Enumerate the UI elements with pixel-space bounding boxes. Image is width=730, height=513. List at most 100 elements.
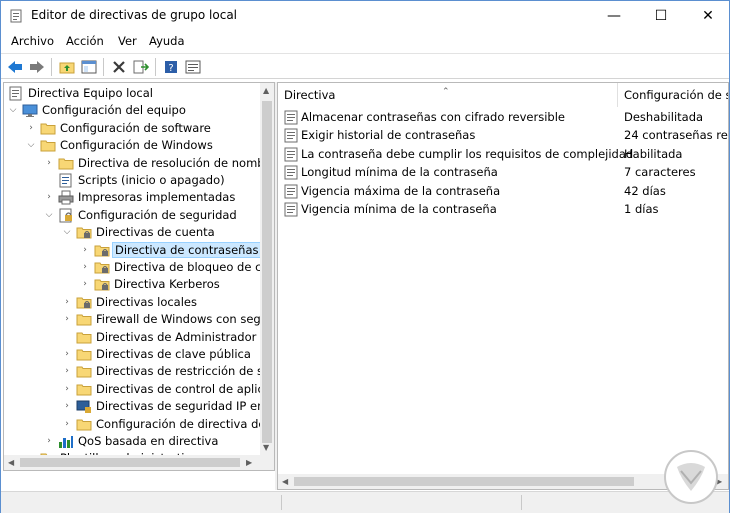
tree-item-label: Directiva de contraseñas <box>112 241 262 258</box>
folder-icon <box>40 123 56 135</box>
menu-archivo[interactable]: Archivo <box>11 34 54 48</box>
expand-chevron-icon[interactable]: › <box>80 278 90 290</box>
tree-item[interactable]: Directivas de Administrador de <box>4 329 274 346</box>
policy-row[interactable]: Vigencia mínima de la contraseña 1 días <box>278 200 728 218</box>
tree-item-icon <box>94 260 110 275</box>
tree-item[interactable]: › Directiva de bloqueo de cu <box>4 259 269 276</box>
toolbar: ? <box>1 53 729 79</box>
tree-item-label: Directivas de seguridad IP en E <box>96 399 275 414</box>
group-policy-app-icon <box>10 9 22 23</box>
collapse-chevron-icon[interactable]: ⌵ <box>62 226 72 238</box>
policy-row[interactable]: La contraseña debe cumplir los requisito… <box>278 145 728 163</box>
folder-icon <box>76 419 92 431</box>
minimize-button[interactable]: — <box>591 1 637 31</box>
scroll-right-arrow-icon[interactable]: ▶ <box>246 458 252 468</box>
tree-item-label: Directiva de bloqueo de cu <box>114 260 269 274</box>
menu-ver[interactable]: Ver <box>118 34 137 48</box>
tree-item[interactable]: › Configuración de directiva de <box>4 416 265 433</box>
tree-item-icon <box>76 399 92 414</box>
policy-row[interactable]: Almacenar contraseñas con cifrado revers… <box>278 108 728 126</box>
expand-chevron-icon[interactable]: › <box>62 400 72 412</box>
tree-horizontal-scrollbar[interactable]: ◀ ▶ <box>4 455 274 470</box>
tree-item[interactable]: › Directiva de resolución de nombre <box>4 155 274 172</box>
menu-ayuda[interactable]: Ayuda <box>149 34 185 48</box>
tree-hscroll-thumb[interactable] <box>20 458 240 467</box>
locked-folder-icon <box>94 279 110 291</box>
delete-button[interactable] <box>109 57 129 77</box>
expand-chevron-icon[interactable]: › <box>80 261 90 273</box>
tree-item-icon <box>22 103 38 118</box>
expand-chevron-icon[interactable]: › <box>62 348 72 360</box>
tree-item[interactable]: › Firewall de Windows con segu <box>4 311 268 328</box>
help-button[interactable]: ? <box>161 57 181 77</box>
scroll-down-arrow-icon[interactable]: ▼ <box>263 443 269 453</box>
properties-icon <box>185 60 201 74</box>
policy-list-pane[interactable]: ⌃ Directiva Configuración de seg Almacen… <box>277 82 729 490</box>
scroll-left-arrow-icon[interactable]: ◀ <box>282 477 288 487</box>
tree-item[interactable]: ⌵ Configuración de seguridad <box>4 207 260 224</box>
scroll-up-arrow-icon[interactable]: ▲ <box>263 86 269 96</box>
expand-chevron-icon[interactable]: › <box>44 191 54 203</box>
policy-row[interactable]: Longitud mínima de la contraseña 7 caract… <box>278 163 728 181</box>
tree-pane[interactable]: Directiva Equipo local ⌵ Configuración del… <box>3 82 275 471</box>
expand-chevron-icon[interactable]: › <box>62 418 72 430</box>
tree-item-icon <box>58 173 74 188</box>
tree-item-label: Configuración de directiva de <box>96 416 266 431</box>
expand-chevron-icon[interactable]: › <box>44 157 54 169</box>
scroll-left-arrow-icon[interactable]: ◀ <box>8 458 14 468</box>
expand-chevron-icon[interactable]: › <box>62 313 72 325</box>
logo-watermark <box>664 450 718 504</box>
properties-button[interactable] <box>183 57 203 77</box>
list-hscroll-thumb[interactable] <box>294 477 634 486</box>
policy-row[interactable]: Exigir historial de contraseñas 24 contra… <box>278 126 728 144</box>
expand-chevron-icon[interactable]: › <box>44 435 54 447</box>
title-bar[interactable]: Editor de directivas de grupo local — ☐ … <box>1 1 729 31</box>
column-header-configuracion[interactable]: Configuración de seg <box>618 83 728 107</box>
back-button[interactable] <box>5 57 25 77</box>
collapse-chevron-icon[interactable]: ⌵ <box>26 139 36 151</box>
maximize-button[interactable]: ☐ <box>638 1 684 31</box>
tree-item-icon <box>58 156 74 171</box>
tree-item[interactable]: › Directivas de restricción de sof <box>4 363 274 380</box>
tree-item[interactable]: › Impresoras implementadas <box>4 189 260 206</box>
tree-item[interactable]: › Directiva Kerberos <box>4 276 260 293</box>
expand-chevron-icon[interactable]: › <box>62 383 72 395</box>
tree-item[interactable]: ⌵ Configuración de Windows <box>4 137 260 154</box>
tree-item-icon <box>76 364 92 379</box>
expand-chevron-icon[interactable]: › <box>62 296 72 308</box>
tree-vertical-scrollbar[interactable]: ▲ ▼ <box>260 83 274 455</box>
tree-item[interactable]: › Directivas de seguridad IP en E <box>4 398 274 415</box>
tree-item-label: Directiva Equipo local <box>28 86 153 100</box>
policy-row[interactable]: Vigencia máxima de la contraseña 42 días <box>278 182 728 200</box>
expand-chevron-icon[interactable]: › <box>26 122 36 134</box>
column-header-directiva[interactable]: ⌃ Directiva <box>278 83 618 107</box>
tree-item-icon <box>8 86 24 101</box>
collapse-chevron-icon[interactable]: ⌵ <box>44 209 54 221</box>
tree-item[interactable]: › Directivas de clave pública <box>4 346 260 363</box>
tree-item[interactable]: › Configuración de software <box>4 120 260 137</box>
tree-item[interactable]: Scripts (inicio o apagado) <box>4 172 260 189</box>
tree-item[interactable]: › Directivas de control de aplicac <box>4 381 274 398</box>
menu-accion[interactable]: Acción <box>66 34 104 48</box>
up-folder-button[interactable] <box>57 57 77 77</box>
tree-item-label: Directivas de cuenta <box>96 225 215 240</box>
policy-name: La contraseña debe cumplir los requisito… <box>301 146 634 161</box>
tree-scroll-thumb[interactable] <box>262 101 272 443</box>
export-list-button[interactable] <box>131 57 151 77</box>
tree-item[interactable]: Directiva Equipo local <box>4 85 260 102</box>
tree-item[interactable]: ⌵ Directivas de cuenta <box>4 224 260 241</box>
tree-item-label: Directivas de control de aplicac <box>96 381 275 396</box>
forward-button[interactable] <box>27 57 47 77</box>
expand-chevron-icon[interactable]: › <box>80 244 90 256</box>
policy-row-icon <box>284 165 298 180</box>
tree-item-label: QoS basada en directiva <box>78 434 219 448</box>
collapse-chevron-icon[interactable]: ⌵ <box>8 104 18 116</box>
tree-item[interactable]: › Directiva de contraseñas <box>4 241 262 259</box>
tree-item[interactable]: › QoS basada en directiva <box>4 433 260 450</box>
tree-item[interactable]: ⌵ Configuración del equipo <box>4 102 260 119</box>
tree-item[interactable]: › Directivas locales <box>4 294 260 311</box>
close-button[interactable]: ✕ <box>685 1 730 31</box>
policy-value: 1 días <box>624 202 659 216</box>
expand-chevron-icon[interactable]: › <box>62 365 72 377</box>
show-hide-tree-button[interactable] <box>79 57 99 77</box>
